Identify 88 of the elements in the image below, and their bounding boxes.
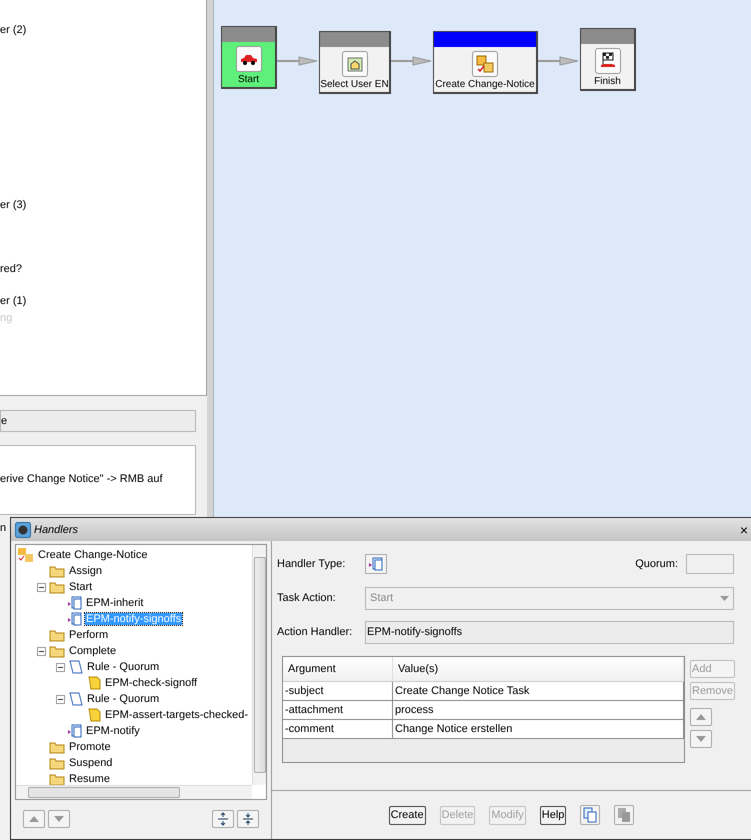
collapse-icon[interactable] <box>37 582 46 592</box>
rule-icon <box>68 660 83 674</box>
collapse-all-button[interactable] <box>237 810 259 828</box>
field-label: Quorum: <box>635 558 678 570</box>
column-header[interactable]: Argument <box>283 657 393 681</box>
note-icon <box>87 708 101 722</box>
text-field[interactable]: e <box>0 410 196 432</box>
handler-icon <box>68 596 82 610</box>
tree-item[interactable]: EPM-inherit <box>85 597 144 609</box>
list-item[interactable]: er (2) <box>0 22 206 38</box>
collapse-icon[interactable] <box>37 646 46 656</box>
workflow-node[interactable]: Create Change-Notice <box>433 31 538 94</box>
folder-icon <box>49 644 65 658</box>
arrow-icon <box>277 56 319 66</box>
up-arrow-icon <box>29 816 39 822</box>
note-icon <box>87 676 101 690</box>
checkered-flag-icon <box>598 52 616 70</box>
folder-icon <box>49 628 65 642</box>
down-arrow-icon <box>54 816 64 822</box>
handler-icon <box>68 612 82 626</box>
expand-all-button[interactable] <box>212 810 234 828</box>
dialog-button[interactable]: Create <box>388 806 426 824</box>
vertical-scrollbar[interactable] <box>252 545 266 785</box>
table-cell: process <box>393 701 684 719</box>
column-header[interactable]: Value(s) <box>393 657 684 681</box>
tree-item[interactable]: EPM-check-signoff <box>104 677 198 689</box>
expand-arrows-icon <box>218 812 228 826</box>
paste-button[interactable] <box>614 805 634 825</box>
collapse-icon[interactable] <box>56 694 65 704</box>
dropdown-caret-icon <box>720 596 729 600</box>
tree-item[interactable]: Resume <box>68 773 111 785</box>
field-label: Handler Type: <box>277 558 346 570</box>
up-arrow-icon <box>696 714 706 720</box>
window-title: Handlers <box>34 524 80 536</box>
collapse-icon[interactable] <box>56 662 65 672</box>
user-select-icon <box>346 56 362 72</box>
workflow-node[interactable]: Finish <box>580 28 636 91</box>
process-icon <box>18 548 34 562</box>
description-text: erive Change Notice" -> RMB auf <box>0 473 163 485</box>
task-icon <box>476 55 494 73</box>
move-down-button[interactable] <box>48 810 70 828</box>
quorum-field[interactable] <box>686 554 734 574</box>
table-cell: Change Notice erstellen <box>393 720 684 738</box>
action-handler-field[interactable]: EPM-notify-signoffs <box>365 620 734 644</box>
field-label: Action Handler: <box>277 626 354 638</box>
app-icon <box>15 522 31 538</box>
arrow-icon <box>391 56 433 66</box>
collapse-arrows-icon <box>243 812 253 826</box>
workflow-node[interactable]: Select User EN <box>319 31 391 94</box>
tree-item[interactable]: EPM-assert-targets-checked- <box>104 709 250 721</box>
copy-button[interactable] <box>580 805 600 825</box>
tree-item[interactable]: Rule - Quorum <box>86 661 160 673</box>
label-text: n <box>0 522 6 534</box>
tree-item[interactable]: EPM-notify <box>85 725 141 737</box>
tree-item[interactable]: Suspend <box>68 757 114 769</box>
down-arrow-icon <box>696 736 706 742</box>
dialog-button[interactable]: Help <box>540 806 566 824</box>
list-item[interactable]: er (1) <box>0 293 206 309</box>
tree-item[interactable]: Perform <box>68 629 110 641</box>
handler-icon <box>68 724 82 738</box>
folder-icon <box>49 580 65 594</box>
arrow-icon <box>538 56 580 66</box>
move-up-button[interactable] <box>690 708 712 726</box>
horizontal-scrollbar[interactable] <box>16 785 252 799</box>
folder-icon <box>49 740 65 754</box>
table-cell: -comment <box>283 720 393 738</box>
close-button[interactable]: × <box>736 522 751 538</box>
folder-icon <box>49 756 65 770</box>
workflow-node[interactable]: Start <box>221 26 277 89</box>
tree-item[interactable]: Create Change-Notice <box>37 549 148 561</box>
table-cell: -subject <box>283 682 393 700</box>
list-item[interactable]: red? <box>0 261 206 277</box>
folder-icon <box>49 564 65 578</box>
rule-icon <box>68 692 83 706</box>
list-item[interactable]: er (3) <box>0 197 206 213</box>
table-cell: -attachment <box>283 701 393 719</box>
car-icon <box>240 53 258 65</box>
handler-icon <box>369 557 383 571</box>
table-cell: Create Change Notice Task <box>393 682 684 700</box>
field-label: Task Action: <box>277 592 337 604</box>
tree-item[interactable]: Assign <box>68 565 104 577</box>
tree-item[interactable]: Start <box>68 581 94 593</box>
handler-type-icon[interactable] <box>365 554 387 574</box>
tree-item[interactable]: Rule - Quorum <box>86 693 160 705</box>
move-up-button[interactable] <box>23 810 45 828</box>
move-down-button[interactable] <box>690 730 712 748</box>
tree-item[interactable]: Complete <box>68 645 118 657</box>
tree-item[interactable]: Promote <box>68 741 112 753</box>
